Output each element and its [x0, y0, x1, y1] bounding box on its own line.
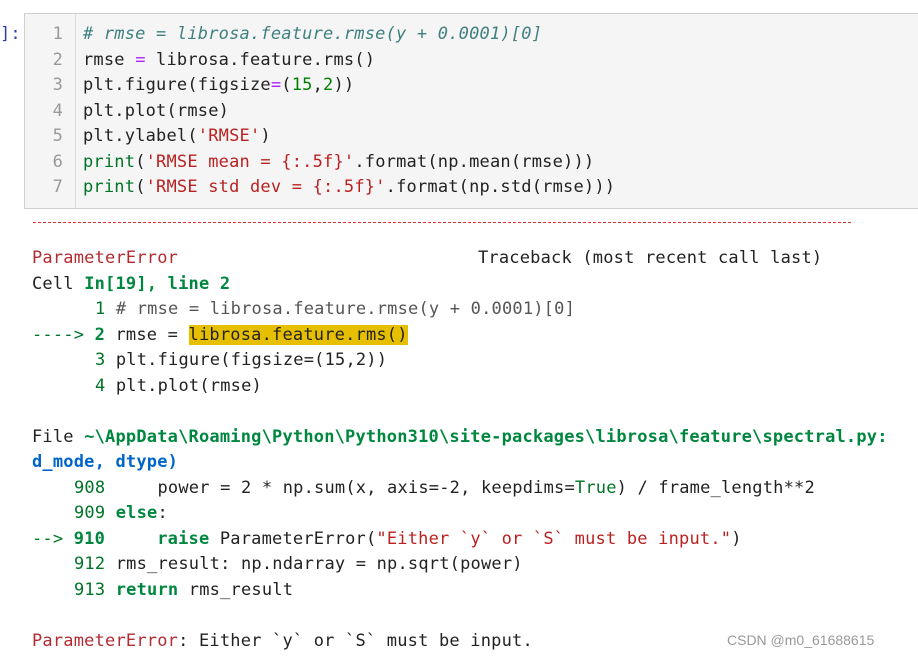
line-number-gutter: 1 2 3 4 5 6 7 [25, 14, 76, 208]
code-line[interactable]: rmse = librosa.feature.rms() [83, 50, 375, 70]
final-error-message: : Either `y` or `S` must be input. [178, 631, 533, 651]
code-token: ( [135, 151, 146, 172]
context-code: plt.figure(figsize=(15,2)) [105, 350, 388, 370]
code-token: ( [135, 177, 146, 197]
traceback-header-line: ParameterError Traceback (most recent cal… [32, 248, 822, 268]
code-token: plt.plot(rmse) [83, 100, 230, 121]
file-prefix: File [32, 427, 85, 447]
context-code: # rmse = librosa.feature.rmse(y + 0.0001… [105, 299, 576, 319]
traceback-header: Traceback (most recent call last) [478, 248, 823, 268]
source-line-908: 908 power = 2 * np.sum(x, axis=-2, keepd… [74, 478, 815, 498]
error-string: "Either `y` or `S` must be input." [376, 529, 732, 549]
code-line[interactable]: plt.ylabel('RMSE') [83, 126, 271, 146]
code-line[interactable]: plt.figure(figsize=(15,2)) [83, 75, 354, 95]
code-token: print [83, 151, 136, 172]
code-token: 'RMSE std dev = {:.5f}' [145, 177, 386, 197]
code-token: 'RMSE mean = {:.5f}' [145, 151, 355, 172]
context-line-number: 4 [95, 376, 106, 396]
source-line-909: 909 else: [74, 503, 168, 523]
function-signature: d_mode, dtype) [32, 452, 179, 472]
source-line-number: 908 [74, 478, 106, 498]
code-line[interactable]: plt.plot(rmse) [83, 101, 229, 121]
line-number: 5 [52, 126, 63, 146]
highlighted-call: librosa.feature.rms() [188, 325, 408, 345]
code-token: )) [333, 75, 355, 95]
final-error-line: ParameterError: Either `y` or `S` must b… [32, 631, 533, 651]
code-token: print [83, 177, 136, 197]
source-line-number: 913 [74, 580, 106, 600]
source-code: rms_result [178, 580, 294, 600]
keyword-return: return [115, 580, 179, 600]
source-code: ) [731, 529, 742, 549]
file-reference-line: File ~\AppData\Roaming\Python\Python310\… [32, 427, 888, 447]
traceback-separator [33, 222, 851, 223]
line-number: 4 [52, 100, 63, 121]
line-number: 2 [52, 49, 63, 70]
file-reference-continuation: d_mode, dtype) [32, 452, 178, 472]
code-line[interactable]: # rmse = librosa.feature.rmse(y + 0.0001… [83, 24, 542, 44]
cell-prompt: ]: [0, 24, 21, 44]
line-number: 3 [52, 75, 63, 95]
context-line-number: 2 [94, 325, 106, 345]
code-token: 'RMSE' [197, 126, 261, 146]
file-path[interactable]: ~\AppData\Roaming\Python\Python310\site-… [84, 427, 887, 447]
code-token: 15 [291, 75, 313, 95]
watermark: CSDN @m0_61688615 [727, 632, 875, 648]
source-line-number: 909 [74, 503, 106, 523]
code-token: librosa.feature.rms() [145, 49, 376, 70]
code-line[interactable]: print('RMSE std dev = {:.5f}'.format(np.… [83, 177, 615, 197]
source-line-912: 912 rms_result: np.ndarray = np.sqrt(pow… [74, 554, 523, 574]
source-code: power = 2 * np.sum(x, axis=-2, keepdims= [105, 478, 575, 498]
context-line-number: 1 [95, 299, 106, 319]
current-line-arrow: --> [32, 529, 64, 549]
error-name: ParameterError [32, 248, 179, 268]
code-token: rmse [83, 49, 136, 70]
code-token: .format(np.mean(rmse))) [354, 151, 595, 172]
code-token: # rmse = librosa.feature.rmse(y + 0.0001… [83, 24, 543, 44]
cell-reference-line: Cell In[19], line 2 [32, 274, 230, 294]
code-token: = [135, 49, 146, 70]
source-code: : [157, 503, 168, 523]
code-token: plt.ylabel( [83, 126, 198, 146]
current-line-arrow: ----> [32, 325, 85, 345]
context-line-1: 1 # rmse = librosa.feature.rmse(y + 0.00… [95, 299, 575, 319]
source-line-number: 910 [73, 529, 106, 549]
code-token: ) [260, 126, 271, 146]
source-line-number: 912 [74, 554, 106, 574]
cell-ref-prefix: Cell [32, 274, 85, 294]
context-line-number: 3 [95, 350, 106, 370]
context-line-3: 3 plt.figure(figsize=(15,2)) [95, 350, 387, 370]
final-error-name: ParameterError [32, 631, 179, 651]
source-code: rms_result: np.ndarray = np.sqrt(power) [105, 554, 523, 574]
line-number: 7 [52, 177, 63, 197]
line-number: 6 [52, 151, 63, 172]
context-line-2-current: ----> 2 rmse = librosa.feature.rms() [32, 325, 408, 345]
code-token: plt.figure(figsize [83, 75, 271, 95]
code-token: ( [281, 75, 292, 95]
code-line[interactable]: print('RMSE mean = {:.5f}'.format(np.mea… [83, 152, 594, 172]
code-token: 2 [323, 75, 334, 95]
keyword-raise: raise [157, 529, 210, 549]
cell-reference: In[19], line 2 [84, 274, 231, 294]
code-token: .format(np.std(rmse))) [385, 177, 616, 197]
source-code: ) / frame_length**2 [616, 478, 815, 498]
context-code: plt.plot(rmse) [105, 376, 262, 396]
source-line-910-current: --> 910 raise ParameterError("Either `y`… [32, 529, 742, 549]
source-code: ParameterError( [209, 529, 377, 549]
code-token: , [312, 75, 324, 95]
keyword-true: True [574, 478, 617, 498]
context-code: rmse = [105, 325, 189, 345]
code-cell[interactable]: 1 2 3 4 5 6 7 # rmse = librosa.feature.rmse(y … [24, 13, 918, 209]
context-line-4: 4 plt.plot(rmse) [95, 376, 262, 396]
source-line-913: 913 return rms_result [74, 580, 293, 600]
line-number: 1 [52, 24, 63, 44]
code-token: = [270, 75, 282, 95]
keyword-else: else [115, 503, 158, 523]
